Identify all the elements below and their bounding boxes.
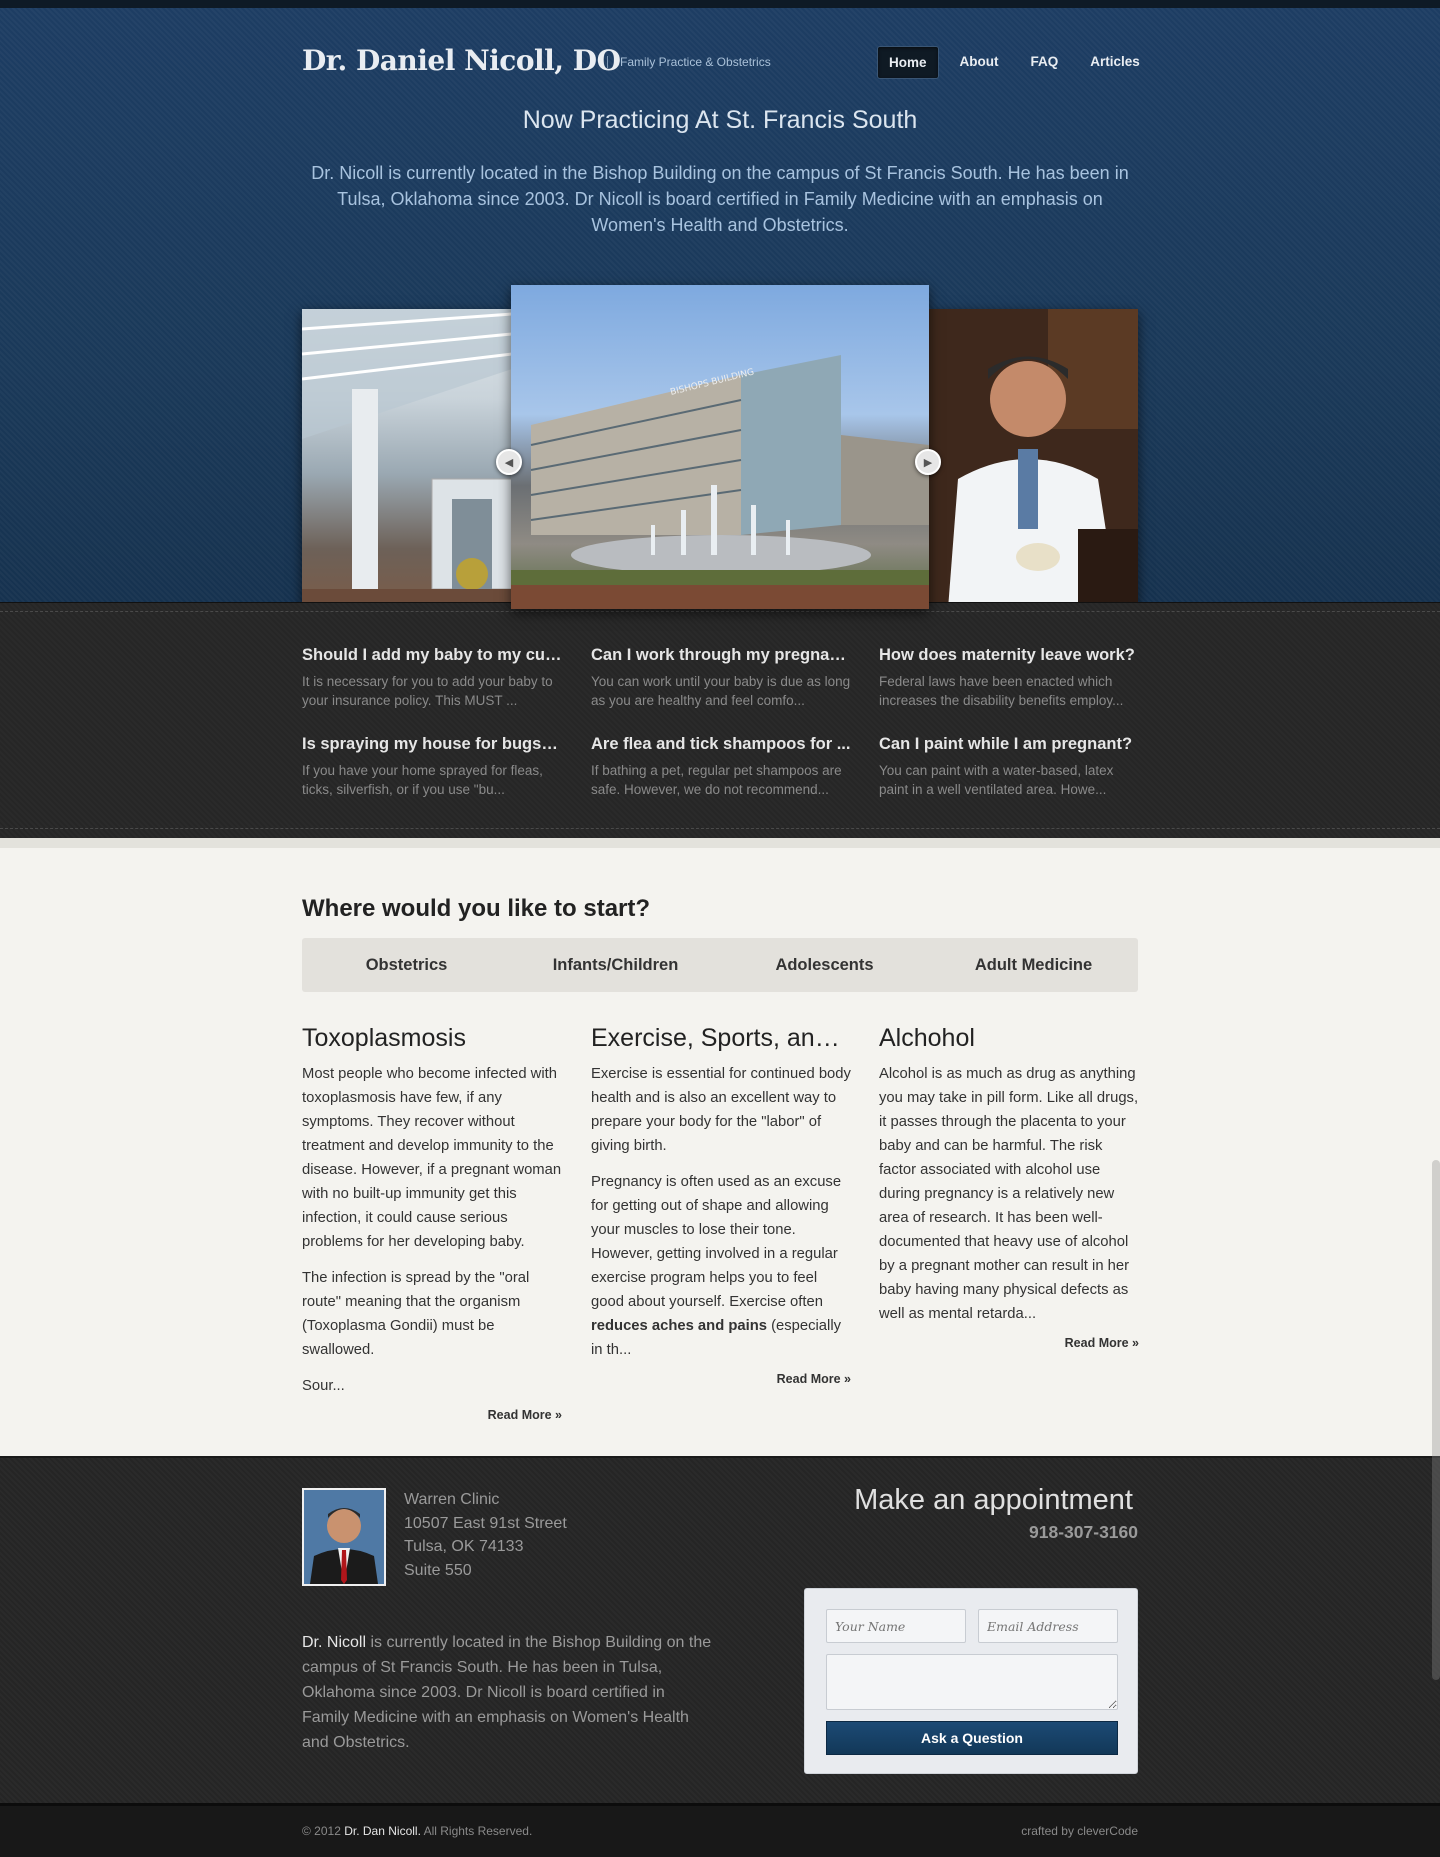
site-logo[interactable]: Dr. Daniel Nicoll, DO [302, 44, 621, 77]
message-textarea[interactable] [826, 1654, 1118, 1710]
article-alcohol: Alchohol Alcohol is as much as drug as a… [879, 1023, 1139, 1350]
article-title[interactable]: Alchohol [879, 1023, 1139, 1053]
ask-question-button[interactable]: Ask a Question [826, 1721, 1118, 1755]
faq-question[interactable]: Is spraying my house for bugs a ... [302, 734, 562, 754]
article-paragraph: Pregnancy is often used as an excuse for… [591, 1170, 851, 1362]
copyright-owner[interactable]: Dr. Dan Nicoll. [344, 1824, 421, 1838]
address-line: Tulsa, OK 74133 [404, 1538, 524, 1555]
site-tagline: Family Practice & Obstetrics [607, 56, 771, 68]
faq-answer-snippet: Federal laws have been enacted which inc… [879, 674, 1124, 708]
faq-answer-snippet: If you have your home sprayed for fleas,… [302, 763, 543, 797]
slide-image-building[interactable]: BISHOPS BUILDING [511, 285, 929, 609]
copyright-suffix: All Rights Reserved. [420, 1824, 533, 1838]
faq-answer-snippet: It is necessary for you to add your baby… [302, 674, 553, 708]
read-more-link[interactable]: Read More » [879, 1336, 1139, 1350]
article-bold-text: reduces aches and pains [591, 1318, 767, 1334]
faq-band: Should I add my baby to my cur... It is … [0, 602, 1440, 838]
appointment-phone[interactable]: 918-307-3160 [1029, 1522, 1138, 1543]
article-paragraph: Exercise is essential for continued body… [591, 1066, 851, 1154]
address-line: Suite 550 [404, 1561, 472, 1579]
divider [0, 828, 1440, 829]
article-paragraph: Most people who become infected with tox… [302, 1066, 562, 1250]
article-exercise: Exercise, Sports, and ... Exercise is es… [591, 1023, 851, 1386]
slide-image-doctor[interactable] [928, 309, 1138, 609]
hero-text: Dr. Nicoll is currently located in the B… [311, 163, 1129, 235]
faq-item[interactable]: Can I paint while I am pregnant? You can… [879, 734, 1139, 799]
footer-about-text: Dr. Nicoll is currently located in the B… [302, 1630, 712, 1755]
article-paragraph: The infection is spread by the "oral rou… [302, 1270, 530, 1358]
section-title: Where would you like to start? [302, 895, 651, 922]
faq-item[interactable]: How does maternity leave work? Federal l… [879, 645, 1139, 710]
question-form: Ask a Question [804, 1588, 1138, 1774]
article-paragraph: Sour... [302, 1378, 345, 1394]
category-tabs: Obstetrics Infants/Children Adolescents … [302, 938, 1138, 992]
article-text: Pregnancy is often used as an excuse for… [591, 1174, 842, 1310]
appointment-title: Make an appointment [854, 1484, 1133, 1516]
email-input[interactable] [978, 1609, 1118, 1643]
faq-item[interactable]: Are flea and tick shampoos for ... If ba… [591, 734, 851, 799]
faq-item[interactable]: Should I add my baby to my cur... It is … [302, 645, 562, 710]
tab-obstetrics[interactable]: Obstetrics [302, 938, 511, 992]
article-toxoplasmosis: Toxoplasmosis Most people who become inf… [302, 1023, 562, 1422]
faq-question[interactable]: Can I paint while I am pregnant? [879, 734, 1139, 754]
hero-title: Now Practicing At St. Francis South [522, 106, 918, 134]
copyright: © 2012 Dr. Dan Nicoll. All Rights Reserv… [302, 1824, 532, 1838]
read-more-link[interactable]: Read More » [591, 1372, 851, 1386]
slider-prev-arrow-icon[interactable]: ◀ [496, 449, 522, 475]
about-body: is currently located in the Bishop Build… [302, 1634, 712, 1751]
article-paragraph: Alcohol is as much as drug as anything y… [879, 1066, 1139, 1322]
name-input[interactable] [826, 1609, 966, 1643]
credit-link[interactable]: crafted by cleverCode [1021, 1824, 1138, 1838]
doctor-illustration [928, 309, 1138, 609]
faq-question[interactable]: Are flea and tick shampoos for ... [591, 734, 851, 754]
address-line: Warren Clinic [404, 1491, 500, 1508]
main-content: Where would you like to start? Obstetric… [0, 838, 1440, 1456]
doctor-portrait [302, 1488, 386, 1586]
footer: Warren Clinic 10507 East 91st Street Tul… [0, 1456, 1440, 1803]
faq-answer-snippet: You can work until your baby is due as l… [591, 674, 851, 708]
faq-item[interactable]: Is spraying my house for bugs a ... If y… [302, 734, 562, 799]
faq-answer-snippet: If bathing a pet, regular pet shampoos a… [591, 763, 842, 797]
tab-adolescents[interactable]: Adolescents [720, 938, 929, 992]
address-line: 10507 East 91st Street [404, 1514, 567, 1532]
article-title[interactable]: Toxoplasmosis [302, 1023, 562, 1053]
faq-question[interactable]: Should I add my baby to my cur... [302, 645, 562, 665]
main-nav: Home About FAQ Articles [877, 46, 1151, 79]
nav-home[interactable]: Home [877, 46, 939, 79]
slider-next-arrow-icon[interactable]: ▶ [915, 449, 941, 475]
read-more-link[interactable]: Read More » [302, 1408, 562, 1422]
hero-section: Dr. Daniel Nicoll, DO Family Practice & … [0, 0, 1440, 609]
nav-articles[interactable]: Articles [1079, 46, 1151, 79]
scrollbar[interactable] [1432, 1160, 1440, 1680]
divider [0, 611, 1440, 612]
article-title[interactable]: Exercise, Sports, and ... [591, 1023, 851, 1053]
building-illustration: BISHOPS BUILDING [511, 355, 929, 609]
nav-faq[interactable]: FAQ [1020, 46, 1070, 79]
faq-answer-snippet: You can paint with a water-based, latex … [879, 763, 1114, 797]
nav-about[interactable]: About [949, 46, 1010, 79]
copyright-prefix: © 2012 [302, 1824, 345, 1838]
bottom-bar: © 2012 Dr. Dan Nicoll. All Rights Reserv… [0, 1803, 1440, 1857]
portrait-illustration [304, 1490, 384, 1584]
faq-question[interactable]: Can I work through my pregnan... [591, 645, 851, 665]
faq-item[interactable]: Can I work through my pregnan... You can… [591, 645, 851, 710]
slide-image-entrance[interactable] [302, 309, 512, 609]
tab-adult-medicine[interactable]: Adult Medicine [929, 938, 1138, 992]
faq-question[interactable]: How does maternity leave work? [879, 645, 1139, 665]
tab-infants-children[interactable]: Infants/Children [511, 938, 720, 992]
doctor-name: Dr. Nicoll [302, 1634, 367, 1651]
clinic-address: Warren Clinic 10507 East 91st Street Tul… [404, 1488, 567, 1582]
entrance-illustration [302, 309, 512, 609]
